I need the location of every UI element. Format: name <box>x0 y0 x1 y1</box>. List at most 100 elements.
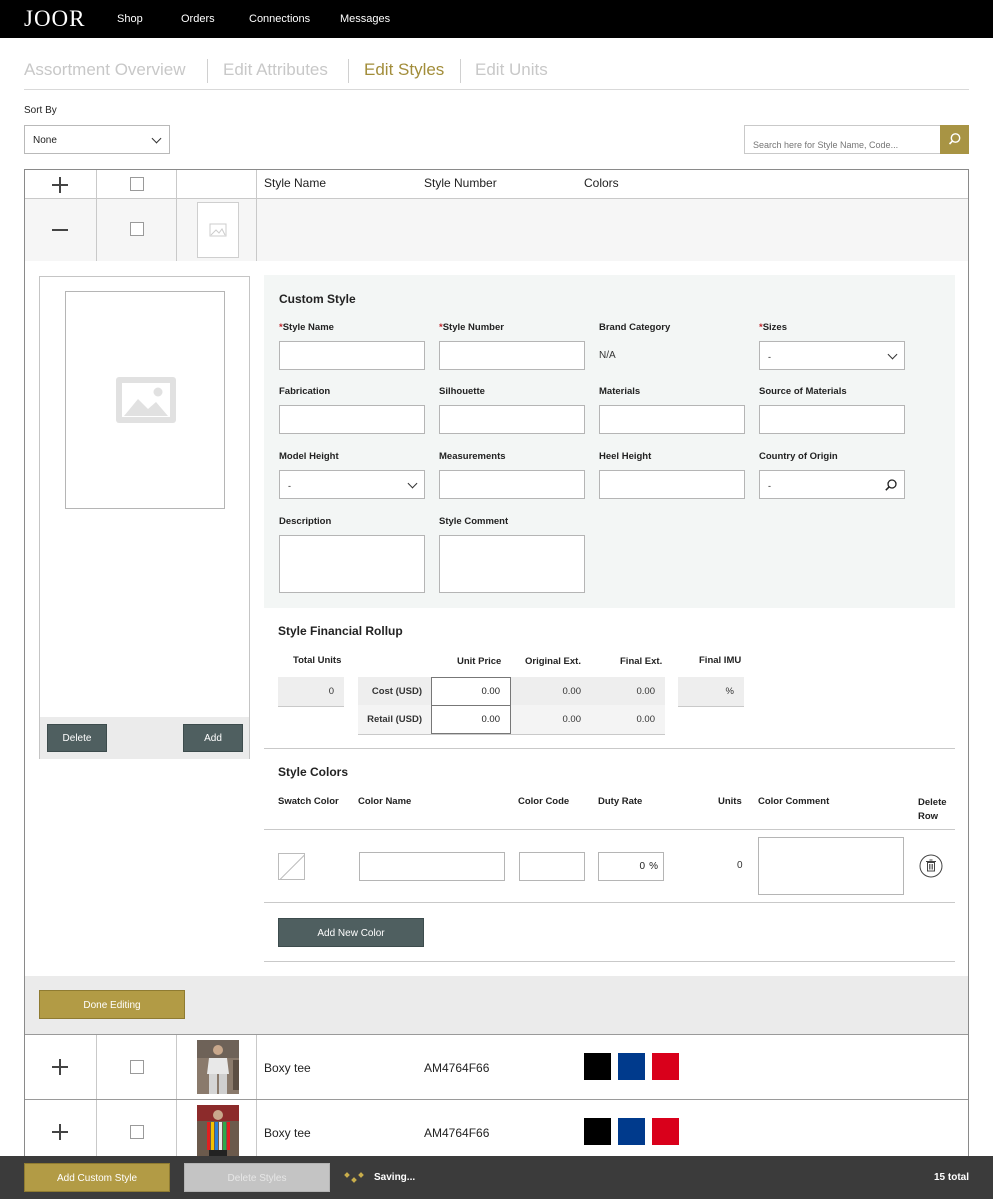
color-swatch-blue <box>618 1053 645 1080</box>
row-checkbox[interactable] <box>130 222 144 236</box>
style-search-input[interactable] <box>744 125 941 154</box>
tab-edit-attributes[interactable]: Edit Attributes <box>223 60 328 80</box>
header-style-number[interactable]: Style Number <box>424 176 497 190</box>
col-divider <box>256 1035 257 1099</box>
silhouette-input[interactable] <box>439 405 585 434</box>
search-button[interactable] <box>940 125 969 154</box>
retail-final-ext: 0.00 <box>591 705 665 734</box>
table-row: Boxy tee AM4764F66 <box>25 1035 968 1099</box>
final-imu-label: Final IMU <box>699 655 742 666</box>
bottom-action-bar: Add Custom Style Delete Styles Saving...… <box>0 1156 993 1199</box>
header-style-name[interactable]: Style Name <box>264 176 326 190</box>
tab-assortment-overview[interactable]: Assortment Overview <box>24 60 186 80</box>
nav-connections[interactable]: Connections <box>249 13 310 25</box>
search-icon <box>885 479 897 491</box>
style-comment-textarea[interactable] <box>439 535 585 593</box>
custom-style-panel: Custom Style *Style Name *Style Number B… <box>264 275 955 608</box>
fabrication-input[interactable] <box>279 405 425 434</box>
delete-image-button[interactable]: Delete <box>47 724 107 752</box>
sort-by-select[interactable]: None <box>24 125 170 154</box>
collapse-row-button[interactable] <box>51 221 69 239</box>
materials-input[interactable] <box>599 405 745 434</box>
cost-row-label: Cost (USD) <box>358 677 432 706</box>
final-imu-value: % <box>678 677 744 706</box>
done-editing-bar: Done Editing <box>25 976 968 1034</box>
color-swatch-black <box>584 1053 611 1080</box>
description-textarea[interactable] <box>279 535 425 593</box>
plus-icon <box>59 177 61 193</box>
financial-rollup-title: Style Financial Rollup <box>278 624 403 638</box>
retail-original-ext: 0.00 <box>511 705 591 734</box>
color-comment-header: Color Comment <box>758 796 830 807</box>
row-checkbox[interactable] <box>130 1060 144 1074</box>
trash-icon[interactable] <box>919 854 943 878</box>
brand-category-value: N/A <box>599 350 616 361</box>
source-of-materials-label: Source of Materials <box>759 386 847 397</box>
saving-status: Saving... <box>374 1172 416 1183</box>
col-divider <box>176 1035 177 1099</box>
color-comment-textarea[interactable] <box>758 837 904 895</box>
style-name-input[interactable] <box>279 341 425 370</box>
add-image-button[interactable]: Add <box>183 724 243 752</box>
model-height-select[interactable]: - <box>279 470 425 499</box>
search-icon <box>948 133 961 145</box>
select-all-checkbox[interactable] <box>130 177 144 191</box>
col-divider <box>96 199 97 261</box>
unit-price-header: Unit Price <box>457 656 502 667</box>
heel-height-input[interactable] <box>599 470 745 499</box>
duty-rate-input[interactable]: 0 % <box>598 852 664 881</box>
duty-rate-unit: % <box>649 861 658 872</box>
expand-row-button[interactable] <box>51 1123 69 1141</box>
measurements-input[interactable] <box>439 470 585 499</box>
color-name-header: Color Name <box>358 796 412 807</box>
retail-row-label: Retail (USD) <box>358 705 432 734</box>
add-custom-style-button[interactable]: Add Custom Style <box>24 1163 170 1192</box>
product-thumbnail[interactable] <box>197 1040 239 1094</box>
tab-edit-units[interactable]: Edit Units <box>475 60 548 80</box>
source-of-materials-input[interactable] <box>759 405 905 434</box>
nav-messages[interactable]: Messages <box>340 13 390 25</box>
styles-total-count: 15 total <box>933 1172 969 1183</box>
col-divider <box>96 1100 97 1164</box>
measurements-label: Measurements <box>439 451 506 462</box>
style-number-label-text: Style Number <box>442 322 504 333</box>
delete-row-header-line2: Row <box>918 811 939 822</box>
model-height-label: Model Height <box>279 451 339 462</box>
color-name-input[interactable] <box>359 852 505 881</box>
tab-edit-styles[interactable]: Edit Styles <box>364 60 444 80</box>
color-swatch-red <box>652 1118 679 1145</box>
country-of-origin-label: Country of Origin <box>759 451 838 462</box>
tab-divider <box>207 59 208 83</box>
style-number-input[interactable] <box>439 341 585 370</box>
col-divider <box>176 1100 177 1164</box>
nav-orders[interactable]: Orders <box>181 13 215 25</box>
color-swatch-blue <box>618 1118 645 1145</box>
brand-category-label: Brand Category <box>599 322 671 333</box>
final-ext-header: Final Ext. <box>620 656 663 667</box>
retail-unit-price-input[interactable]: 0.00 <box>431 705 511 734</box>
header-colors: Colors <box>584 176 619 190</box>
divider <box>358 734 665 735</box>
delete-row-header-line1: Delete <box>918 797 947 808</box>
style-colors-title: Style Colors <box>278 765 349 779</box>
done-editing-button[interactable]: Done Editing <box>39 990 185 1019</box>
joor-logo[interactable]: JOOR <box>24 6 86 32</box>
row-checkbox[interactable] <box>130 1125 144 1139</box>
divider <box>264 902 955 903</box>
divider <box>264 829 955 830</box>
sizes-select[interactable]: - <box>759 341 905 370</box>
delete-styles-button[interactable]: Delete Styles <box>184 1163 330 1192</box>
product-thumbnail[interactable] <box>197 1105 239 1159</box>
color-code-input[interactable] <box>519 852 585 881</box>
product-style-name: Boxy tee <box>264 1061 311 1075</box>
swatch-color-picker[interactable] <box>278 853 305 880</box>
add-new-color-button[interactable]: Add New Color <box>278 918 424 947</box>
style-name-label-text: Style Name <box>282 322 334 333</box>
image-placeholder-icon <box>209 223 227 237</box>
nav-shop[interactable]: Shop <box>117 13 143 25</box>
style-image-dropzone[interactable] <box>65 291 225 509</box>
expand-all-button[interactable] <box>51 176 69 194</box>
country-of-origin-input[interactable]: - <box>759 470 905 499</box>
cost-unit-price-input[interactable]: 0.00 <box>431 677 511 706</box>
expand-row-button[interactable] <box>51 1058 69 1076</box>
